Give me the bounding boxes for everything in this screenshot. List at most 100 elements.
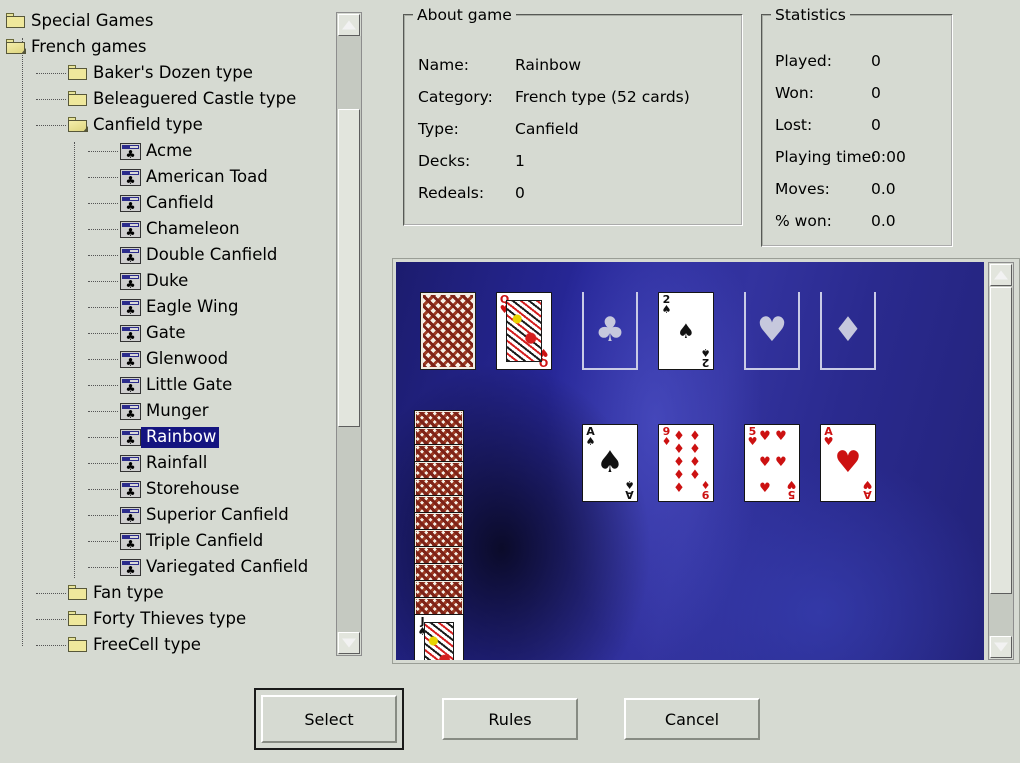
tree-item-beleaguered-castle-type[interactable]: Beleaguered Castle type [36,86,299,112]
preview-canvas[interactable]: Q ♥ Q ♥ ♣ 2 ♠ 2 ♠ ♠ ♥ ♦ J ♠ A ♠ A ♠ ♠ 9 ♦ 9 ♦ ♦ ♦ ♦ ♦ ♦ ♦ ♦ ♦ ♦ 5 ♥ 5 ♥ ♥ ♥ ♥… [396,262,984,660]
tree-item-chameleon[interactable]: ♣ Chameleon [88,216,243,242]
tree-item-little-gate[interactable]: ♣ Little Gate [88,372,235,398]
tree-connector [88,515,118,517]
tree-item-freecell-type[interactable]: FreeCell type [36,632,204,658]
rules-button[interactable]: Rules [442,698,578,740]
tree-item-label: FreeCell type [93,634,201,654]
tree-item-rainfall[interactable]: ♣ Rainfall [88,450,210,476]
tree-item-american-toad[interactable]: ♣ American Toad [88,164,271,190]
statistics-key: Playing time: [775,148,877,166]
tree-item-canfield-type[interactable]: Canfield type [36,112,206,138]
card-pip-grid: ♦ ♦ ♦ ♦ ♦ ♦ ♦ ♦ ♦ [673,429,701,496]
game-card-icon: ♣ [120,428,141,446]
tree-item-special-games[interactable]: Special Games [6,8,156,34]
statistics-value: 0 [871,52,881,70]
tree-item-fan-type[interactable]: Fan type [36,580,167,606]
about-key: Type: [418,120,459,138]
tree-item-label: Rainfall [146,452,208,472]
tree-item-variegated-canfield[interactable]: ♣ Variegated Canfield [88,554,311,580]
tree-connector [88,151,118,153]
tree-item-glenwood[interactable]: ♣ Glenwood [88,346,231,372]
tree-item-label: Storehouse [146,478,240,498]
tree-connector [36,73,66,75]
tree-connector [88,489,118,491]
select-button-default-frame: Select [254,688,404,750]
tree-scroll-up-arrow[interactable] [338,14,360,36]
game-card-icon: ♣ [120,298,141,316]
statistics-value: 0 [871,84,881,102]
about-value: 0 [515,184,525,202]
tree-item-superior-canfield[interactable]: ♣ Superior Canfield [88,502,292,528]
tree-item-baker-s-dozen-type[interactable]: Baker's Dozen type [36,60,256,86]
tree-item-label: Canfield type [93,114,203,134]
tree-scrollbar-thumb[interactable] [338,109,360,427]
tree-item-rainbow[interactable]: ♣ Rainbow [88,424,220,450]
tree-item-duke[interactable]: ♣ Duke [88,268,191,294]
foundation-slot-hearts[interactable]: ♥ [744,292,800,370]
game-selection-dialog: Special Games French games Baker's Dozen t… [0,0,1020,763]
tree-item-munger[interactable]: ♣ Munger [88,398,212,424]
folder-icon [68,611,88,627]
tree-item-gate[interactable]: ♣ Gate [88,320,189,346]
game-card-icon: ♣ [120,168,141,186]
game-card-icon: ♣ [120,480,141,498]
tree-connector [88,359,118,361]
tree-connector [88,281,118,283]
card-two-of-spades[interactable]: 2 ♠ 2 ♠ ♠ [658,292,714,370]
statistics-key: Moves: [775,180,830,198]
about-key: Name: [418,56,469,74]
tree-scroll-down-arrow[interactable] [338,632,360,654]
card-face-down-stock[interactable] [420,292,476,370]
tree-item-double-canfield[interactable]: ♣ Double Canfield [88,242,280,268]
card-queen-of-hearts[interactable]: Q ♥ Q ♥ [496,292,552,370]
game-card-icon: ♣ [120,220,141,238]
foundation-slot-clubs[interactable]: ♣ [582,292,638,370]
preview-vertical-scrollbar[interactable] [988,262,1014,660]
card-ace-of-hearts[interactable]: A ♥ A ♥ ♥ [820,424,876,502]
tree-connector [36,593,66,595]
statistics-key: % won: [775,212,832,230]
tree-item-canfield[interactable]: ♣ Canfield [88,190,217,216]
preview-scroll-up-arrow[interactable] [990,264,1012,286]
tree-item-french-games[interactable]: French games [6,34,150,60]
tree-item-label: Little Gate [146,374,233,394]
card-jack-of-spades[interactable]: J ♠ [414,614,464,660]
foundation-slot-diamonds[interactable]: ♦ [820,292,876,370]
about-value: Canfield [515,120,579,138]
tree-item-label: Canfield [146,192,214,212]
tree-item-label: Baker's Dozen type [93,62,253,82]
game-card-icon: ♣ [120,194,141,212]
game-card-icon: ♣ [120,454,141,472]
tree-item-label: French games [31,36,147,56]
tree-item-label: Gate [146,322,186,342]
tree-item-storehouse[interactable]: ♣ Storehouse [88,476,242,502]
statistics-legend: Statistics [771,6,850,24]
tree-connector [36,99,66,101]
card-ace-of-spades[interactable]: A ♠ A ♠ ♠ [582,424,638,502]
tree-item-acme[interactable]: ♣ Acme [88,138,195,164]
tree-item-forty-thieves-type[interactable]: Forty Thieves type [36,606,249,632]
suit-diamonds-icon: ♦ [832,310,864,350]
tree-item-triple-canfield[interactable]: ♣ Triple Canfield [88,528,266,554]
tree-item-label: Glenwood [146,348,229,368]
game-tree-panel[interactable]: Special Games French games Baker's Dozen t… [0,0,330,665]
game-card-icon: ♣ [120,272,141,290]
tree-connector [88,177,118,179]
about-game-legend: About game [413,6,516,24]
card-five-of-hearts[interactable]: 5 ♥ 5 ♥ ♥ ♥ ♥ ♥ ♥ [744,424,800,502]
tree-vertical-scrollbar[interactable] [336,12,362,656]
folder-icon [68,585,88,601]
card-pip-grid: ♥ ♥ ♥ ♥ ♥ [759,429,787,496]
tree-item-eagle-wing[interactable]: ♣ Eagle Wing [88,294,241,320]
tree-item-label: Munger [146,400,209,420]
card-nine-of-diamonds[interactable]: 9 ♦ 9 ♦ ♦ ♦ ♦ ♦ ♦ ♦ ♦ ♦ ♦ [658,424,714,502]
about-value: 1 [515,152,525,170]
preview-scroll-down-arrow[interactable] [990,636,1012,658]
select-button[interactable]: Select [261,695,397,743]
preview-frame: Q ♥ Q ♥ ♣ 2 ♠ 2 ♠ ♠ ♥ ♦ J ♠ A ♠ A ♠ ♠ 9 ♦ 9 ♦ ♦ ♦ ♦ ♦ ♦ ♦ ♦ ♦ ♦ 5 ♥ 5 ♥ ♥ ♥ ♥… [392,258,1020,664]
card-rank-corner: A ♠ [624,478,635,501]
preview-scrollbar-thumb[interactable] [990,287,1012,594]
tree-item-label: Duke [146,270,189,290]
statistics-value: 0.0 [871,212,896,230]
cancel-button[interactable]: Cancel [624,698,760,740]
